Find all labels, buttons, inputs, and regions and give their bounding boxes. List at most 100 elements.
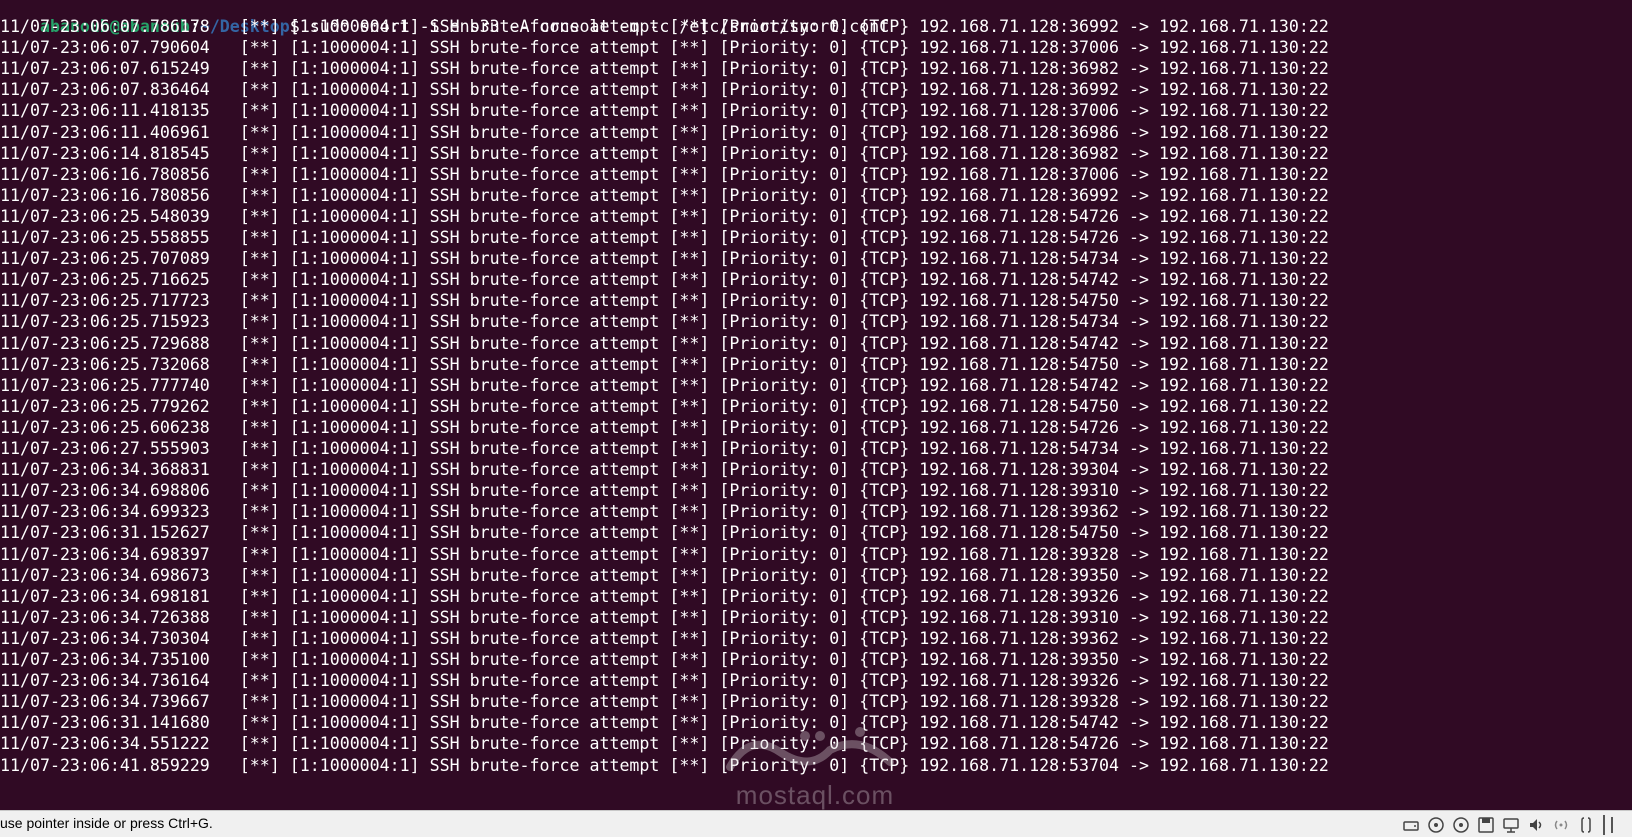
audio-icon[interactable] (1526, 815, 1546, 835)
wireless-icon[interactable] (1551, 815, 1571, 835)
log-field-priority: [Priority: 0] (719, 249, 850, 269)
log-field-protocol: {TCP} (859, 185, 910, 205)
log-field-marker_close: [**] (669, 122, 710, 142)
host-key-icon[interactable] (1610, 815, 1622, 835)
log-spacer (659, 671, 669, 690)
log-spacer (709, 123, 719, 142)
log-field-priority: [Priority: 0] (719, 544, 850, 564)
log-field-source: 192.168.71.128:54726 (919, 228, 1120, 247)
log-spacer (420, 186, 430, 205)
log-field-marker_close: [**] (669, 650, 710, 669)
log-spacer (709, 355, 719, 374)
log-spacer (849, 334, 859, 353)
log-field-destination: 192.168.71.130:22 (1159, 544, 1329, 564)
log-field-arrow: -> (1129, 270, 1149, 290)
log-spacer (420, 376, 430, 395)
log-line: 11/07-23:06:25.548039 [**] [1:1000004:1]… (0, 206, 1329, 228)
log-field-rule_id: [1:1000004:1] (289, 270, 420, 290)
log-spacer (1119, 228, 1129, 247)
log-spacer (849, 460, 859, 479)
log-field-rule_id: [1:1000004:1] (289, 565, 420, 585)
log-field-source: 192.168.71.128:54734 (919, 249, 1120, 269)
log-field-rule_id: [1:1000004:1] (289, 143, 420, 163)
log-spacer (1119, 481, 1129, 500)
log-spacer (1119, 460, 1129, 479)
log-spacer (1149, 418, 1159, 437)
log-spacer (420, 291, 430, 310)
log-spacer (1149, 439, 1159, 458)
log-spacer (210, 270, 240, 289)
log-field-destination: 192.168.71.130:22 (1159, 671, 1329, 691)
log-field-marker_close: [**] (669, 481, 710, 501)
log-spacer (1149, 249, 1159, 268)
log-spacer (280, 460, 290, 479)
log-field-protocol: {TCP} (859, 586, 910, 606)
log-field-arrow: -> (1129, 38, 1149, 58)
log-field-destination: 192.168.71.130:22 (1159, 143, 1329, 163)
log-spacer (280, 144, 290, 163)
log-line: 11/07-23:06:31.152627 [**] [1:1000004:1]… (0, 522, 1329, 544)
log-spacer (210, 355, 240, 374)
log-spacer (280, 481, 290, 500)
log-field-priority: [Priority: 0] (719, 185, 850, 205)
log-spacer (909, 439, 919, 458)
log-spacer (909, 291, 919, 310)
log-spacer (909, 249, 919, 268)
log-field-priority: [Priority: 0] (719, 17, 850, 36)
log-field-source: 192.168.71.128:54726 (919, 206, 1120, 226)
log-spacer (280, 650, 290, 669)
hard-disk-icon[interactable] (1401, 815, 1421, 835)
log-spacer (909, 692, 919, 711)
log-line: 11/07-23:06:34.698181 [**] [1:1000004:1]… (0, 586, 1329, 608)
log-field-marker_open: [**] (239, 755, 280, 775)
log-spacer (1149, 545, 1159, 564)
log-spacer (1149, 123, 1159, 142)
log-spacer (909, 123, 919, 142)
log-field-marker_close: [**] (669, 228, 710, 247)
log-spacer (1119, 186, 1129, 205)
log-field-marker_close: [**] (669, 692, 710, 712)
log-field-marker_close: [**] (669, 291, 710, 311)
log-field-message: SSH brute-force attempt (429, 80, 660, 100)
log-field-protocol: {TCP} (859, 607, 910, 627)
log-spacer (420, 439, 430, 458)
log-spacer (909, 186, 919, 205)
log-spacer (1119, 101, 1129, 120)
log-field-message: SSH brute-force attempt (429, 101, 660, 121)
log-spacer (659, 692, 669, 711)
log-field-marker_close: [**] (669, 375, 710, 395)
terminal-window[interactable]: abanoub@abanoub:~/Desktop$ sudo snort -i… (0, 0, 1632, 810)
log-field-protocol: {TCP} (859, 628, 910, 648)
log-field-source: 192.168.71.128:36982 (919, 143, 1120, 163)
log-spacer (280, 165, 290, 184)
log-field-source: 192.168.71.128:54734 (919, 312, 1120, 332)
log-field-protocol: {TCP} (859, 164, 910, 184)
log-field-destination: 192.168.71.130:22 (1159, 354, 1329, 374)
log-spacer (280, 734, 290, 753)
log-spacer (709, 249, 719, 268)
log-field-marker_close: [**] (669, 755, 710, 775)
log-spacer (280, 270, 290, 289)
log-spacer (280, 312, 290, 331)
log-field-arrow: -> (1129, 439, 1149, 458)
log-field-marker_open: [**] (239, 439, 280, 458)
log-line: 11/07-23:06:34.699323 [**] [1:1000004:1]… (0, 501, 1329, 523)
log-field-marker_close: [**] (669, 17, 710, 36)
log-field-marker_open: [**] (239, 734, 280, 754)
log-spacer (909, 270, 919, 289)
log-field-priority: [Priority: 0] (719, 143, 850, 163)
usb-icon[interactable] (1576, 815, 1596, 835)
log-spacer (280, 80, 290, 99)
log-spacer (420, 650, 430, 669)
log-spacer (420, 545, 430, 564)
log-field-marker_close: [**] (669, 628, 710, 648)
log-field-source: 192.168.71.128:36992 (919, 185, 1120, 205)
network-icon[interactable] (1501, 815, 1521, 835)
optical-drive-icon[interactable] (1426, 815, 1446, 835)
optical-drive-icon[interactable] (1451, 815, 1471, 835)
floppy-disk-icon[interactable] (1476, 815, 1496, 835)
log-field-timestamp: 11/07-23:06:34.698673 (0, 565, 210, 585)
log-field-marker_open: [**] (239, 628, 280, 648)
log-field-source: 192.168.71.128:54750 (919, 523, 1120, 543)
log-field-arrow: -> (1129, 734, 1149, 754)
